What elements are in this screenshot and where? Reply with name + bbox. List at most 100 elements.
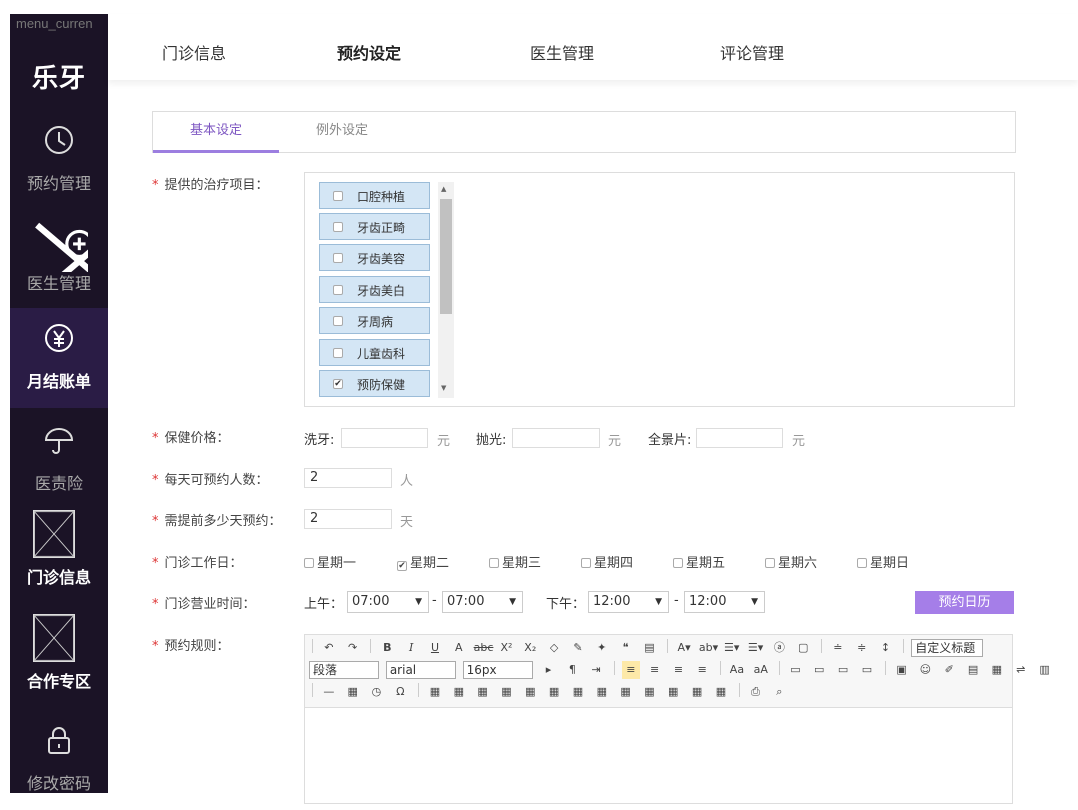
- highlight-icon[interactable]: ab▾: [699, 639, 718, 657]
- nav-reviews[interactable]: 评论管理: [720, 40, 784, 64]
- checkbox[interactable]: [673, 558, 683, 568]
- float-center-icon[interactable]: ▭: [858, 661, 876, 679]
- align-right-icon[interactable]: ≡: [669, 661, 687, 679]
- sidebar-item-clinic-info[interactable]: 门诊信息: [10, 504, 108, 604]
- to-lowercase-icon[interactable]: Aa: [728, 661, 746, 679]
- polish-price-input[interactable]: [512, 428, 600, 448]
- file-icon[interactable]: ▤: [964, 661, 982, 679]
- tab-basic[interactable]: 基本设定: [153, 112, 279, 153]
- advance-days-input[interactable]: 2: [304, 509, 392, 529]
- projects-scrollbar[interactable]: ▲ ▼: [438, 182, 454, 398]
- undo-icon[interactable]: ↶: [320, 639, 338, 657]
- weekday-option[interactable]: 星期日: [857, 552, 909, 571]
- map-icon[interactable]: ▦: [988, 661, 1006, 679]
- pm-start-select[interactable]: 12:00 ▼: [588, 591, 669, 613]
- italic-icon[interactable]: I: [402, 639, 420, 657]
- xray-price-input[interactable]: [696, 428, 783, 448]
- format-brush-icon[interactable]: ✎: [569, 639, 587, 657]
- scrawl-icon[interactable]: ✐: [940, 661, 958, 679]
- paste-icon[interactable]: ▤: [640, 639, 658, 657]
- row-spacing-top-icon[interactable]: ≐: [829, 639, 847, 657]
- font-select[interactable]: arial: [385, 661, 456, 679]
- size-select[interactable]: 16px: [462, 661, 533, 679]
- split-cells-icon[interactable]: ▦: [664, 683, 682, 701]
- weekday-option[interactable]: 星期一: [304, 552, 356, 571]
- sidebar-item-password[interactable]: 修改密码: [10, 710, 108, 810]
- checkbox[interactable]: [333, 253, 343, 263]
- checkbox[interactable]: [857, 558, 867, 568]
- insert-row-icon[interactable]: ▦: [497, 683, 515, 701]
- sidebar-item-insurance[interactable]: 医责险: [10, 410, 108, 510]
- select-all-icon[interactable]: ⓐ: [770, 639, 788, 657]
- search-replace-icon[interactable]: ⌕: [770, 683, 788, 701]
- delete-table-icon[interactable]: ▦: [450, 683, 468, 701]
- merge-cells-icon[interactable]: ▦: [593, 683, 611, 701]
- insert-col-icon[interactable]: ▦: [545, 683, 563, 701]
- clear-doc-icon[interactable]: ▢: [794, 639, 812, 657]
- eraser-icon[interactable]: ◇: [545, 639, 563, 657]
- checkbox[interactable]: [333, 348, 343, 358]
- ltr-icon[interactable]: ▸: [539, 661, 557, 679]
- scroll-down-icon[interactable]: ▼: [441, 384, 446, 392]
- checkbox[interactable]: [489, 558, 499, 568]
- checkbox[interactable]: [333, 316, 343, 326]
- row-spacing-bottom-icon[interactable]: ≑: [853, 639, 871, 657]
- align-justify-icon[interactable]: ≡: [693, 661, 711, 679]
- ordered-list-icon[interactable]: ☰▾: [723, 639, 741, 657]
- align-center-icon[interactable]: ≡: [646, 661, 664, 679]
- insert-para-before-table-icon[interactable]: ▦: [474, 683, 492, 701]
- float-left-icon[interactable]: ▭: [810, 661, 828, 679]
- sidebar-item-doctors[interactable]: 医生管理: [10, 210, 108, 310]
- pm-end-select[interactable]: 12:00 ▼: [684, 591, 765, 613]
- superscript-icon[interactable]: X²: [497, 639, 515, 657]
- quote-icon[interactable]: ❝: [617, 639, 635, 657]
- to-uppercase-icon[interactable]: aA: [752, 661, 770, 679]
- split-rows-icon[interactable]: ▦: [688, 683, 706, 701]
- print-icon[interactable]: ⎙: [747, 683, 765, 701]
- project-option[interactable]: ✔ 预防保健: [319, 370, 430, 397]
- am-end-select[interactable]: 07:00 ▼: [442, 591, 523, 613]
- project-option[interactable]: 儿童齿科: [319, 339, 430, 366]
- project-option[interactable]: 牙周病: [319, 307, 430, 334]
- am-start-select[interactable]: 07:00 ▼: [347, 591, 429, 613]
- delete-col-icon[interactable]: ▦: [569, 683, 587, 701]
- weekday-option[interactable]: ✔ 星期二: [397, 552, 449, 571]
- scaling-price-input[interactable]: [341, 428, 428, 448]
- rtl-icon[interactable]: ¶: [563, 661, 581, 679]
- weekday-option[interactable]: 星期六: [765, 552, 817, 571]
- tab-exception[interactable]: 例外设定: [279, 112, 405, 153]
- emoji-icon[interactable]: ☺: [916, 661, 934, 679]
- checkbox[interactable]: [304, 558, 314, 568]
- date-icon[interactable]: ▦: [344, 683, 362, 701]
- project-option[interactable]: 牙齿美白: [319, 276, 430, 303]
- indent-icon[interactable]: ⇥: [587, 661, 605, 679]
- daily-count-input[interactable]: 2: [304, 468, 392, 488]
- rules-editor[interactable]: ↶ ↷ B I U A abc X² X₂ ◇ ✎ ✦ ❝ ▤ A▾ ab▾ ☰…: [304, 634, 1050, 804]
- strikethrough-icon[interactable]: abc: [474, 639, 494, 657]
- sidebar-item-partner[interactable]: 合作专区: [10, 608, 108, 708]
- align-left-icon[interactable]: ≡: [621, 661, 640, 679]
- time-icon[interactable]: ◷: [367, 683, 385, 701]
- redo-icon[interactable]: ↷: [344, 639, 362, 657]
- horizontal-rule-icon[interactable]: —: [320, 683, 338, 701]
- line-height-icon[interactable]: ↕: [877, 639, 895, 657]
- float-none-icon[interactable]: ▭: [786, 661, 804, 679]
- scroll-thumb[interactable]: [440, 199, 452, 314]
- subscript-icon[interactable]: X₂: [521, 639, 539, 657]
- heading-select[interactable]: 自定义标题: [911, 639, 984, 657]
- font-border-icon[interactable]: A: [450, 639, 468, 657]
- calendar-button[interactable]: 预约日历: [915, 591, 1014, 614]
- unordered-list-icon[interactable]: ☰▾: [747, 639, 765, 657]
- checkbox-checked[interactable]: ✔: [333, 379, 343, 389]
- template-icon[interactable]: ▥: [1036, 661, 1054, 679]
- checkbox[interactable]: [333, 285, 343, 295]
- sidebar-item-appointments[interactable]: 预约管理: [10, 110, 108, 210]
- bold-icon[interactable]: B: [378, 639, 396, 657]
- auto-format-icon[interactable]: ✦: [593, 639, 611, 657]
- insert-table-icon[interactable]: ▦: [426, 683, 444, 701]
- checkbox-checked[interactable]: ✔: [397, 561, 407, 571]
- page-break-icon[interactable]: ⇌: [1012, 661, 1030, 679]
- float-right-icon[interactable]: ▭: [834, 661, 852, 679]
- checkbox[interactable]: [765, 558, 775, 568]
- checkbox[interactable]: [581, 558, 591, 568]
